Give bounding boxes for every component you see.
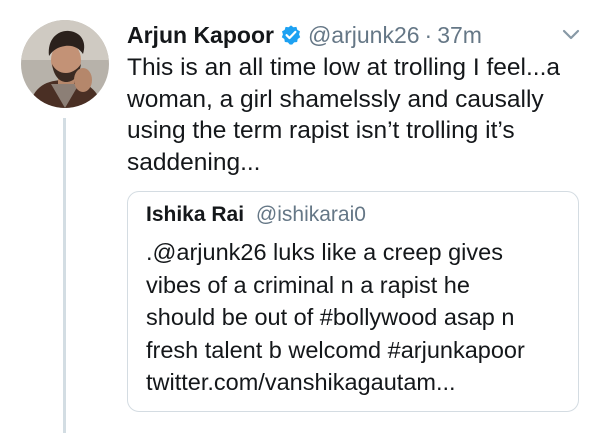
avatar[interactable]: [21, 20, 109, 108]
quoted-text-line: fresh talent b welcomd #arjunkapoor: [146, 336, 525, 363]
quoted-text-line: twitter.com/vanshikagautam...: [146, 369, 456, 395]
tweet-timestamp[interactable]: 37m: [437, 22, 482, 49]
thread-connector-line: [63, 118, 66, 433]
quoted-tweet-card[interactable]: Ishika Rai @ishikarai0 .@arjunk26 luks l…: [127, 191, 579, 412]
quoted-tweet-text: .@arjunk26 luks like a creep gives vibes…: [146, 236, 566, 399]
quoted-text-line: vibes of a criminal n a rapist he: [146, 271, 470, 298]
tweet[interactable]: Arjun Kapoor @arjunk26 · 37m This is an …: [0, 0, 600, 433]
chevron-down-icon[interactable]: [561, 28, 581, 42]
quoted-text-line: .@arjunk26 luks like a creep gives: [146, 239, 503, 265]
quoted-author-name: Ishika Rai: [146, 203, 245, 226]
tweet-text-line: woman, a girl shamelssly and causally: [127, 85, 544, 113]
tweet-text: This is an all time low at trolling I fe…: [127, 52, 587, 178]
tweet-text-line: This is an all time low at trolling I fe…: [127, 54, 561, 81]
tweet-text-line: saddening...: [127, 148, 261, 176]
quoted-text-line: should be out of #bollywood asap n: [146, 304, 515, 330]
verified-badge-icon: [280, 24, 302, 46]
author-handle[interactable]: @arjunk26: [308, 22, 420, 49]
tweet-header: Arjun Kapoor @arjunk26 · 37m: [127, 18, 482, 52]
avatar-image: [21, 20, 109, 108]
author-name[interactable]: Arjun Kapoor: [127, 22, 274, 49]
tweet-text-line: using the term rapist isn’t trolling it’…: [127, 117, 515, 144]
separator-dot: ·: [424, 21, 433, 48]
quoted-author-handle: @ishikarai0: [255, 203, 366, 226]
quoted-tweet-header: Ishika Rai @ishikarai0: [146, 203, 366, 227]
